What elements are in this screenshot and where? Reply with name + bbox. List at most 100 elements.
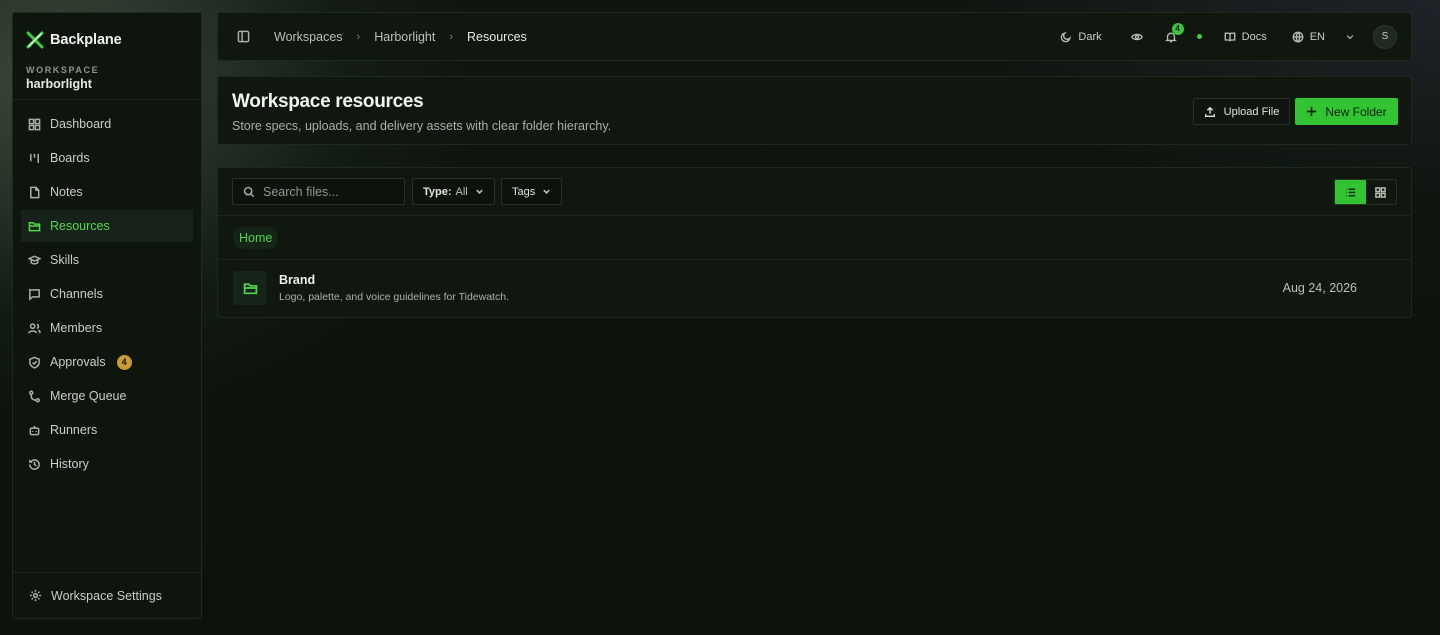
workspace-settings-label: Workspace Settings (51, 588, 162, 603)
notifications-button[interactable]: 4 (1164, 22, 1184, 43)
topbar-actions: Dark 4 Docs EN S (1060, 22, 1397, 49)
grid-icon (1375, 186, 1387, 198)
folder-path: Home (218, 216, 1411, 260)
workspace-name[interactable]: harborlight (13, 75, 201, 91)
language-selector[interactable]: EN (1292, 31, 1325, 43)
list-icon (1345, 188, 1355, 196)
tags-filter-dropdown[interactable]: Tags (501, 178, 563, 205)
sidebar-item-channels[interactable]: Channels (21, 278, 193, 310)
type-filter-value: All (455, 185, 468, 198)
page-header: Workspace resources Store specs, uploads… (217, 76, 1412, 145)
boards-icon (30, 153, 39, 163)
avatar[interactable]: S (1373, 24, 1397, 49)
dashboard-icon (28, 118, 41, 130)
sidebar-nav: Dashboard Boards Notes Resources Skills … (13, 100, 201, 480)
sidebar-item-notes[interactable]: Notes (21, 176, 193, 208)
language-label: EN (1309, 30, 1325, 43)
sidebar-item-label: Dashboard (50, 117, 112, 131)
sidebar-item-approvals[interactable]: Approvals 4 (21, 346, 193, 378)
folder-icon (233, 271, 267, 305)
page-subtitle: Store specs, uploads, and delivery asset… (232, 119, 612, 133)
page-title: Workspace resources (232, 91, 424, 112)
breadcrumb-harborlight[interactable]: Harborlight (374, 30, 435, 44)
sidebar-item-label: Members (50, 321, 103, 335)
chevron-down-icon (543, 189, 551, 194)
sidebar-item-label: Approvals (50, 355, 106, 369)
bot-icon (29, 425, 40, 435)
sidebar-item-label: Channels (50, 287, 103, 301)
users-icon (28, 322, 41, 333)
sidebar-item-label: Runners (50, 423, 98, 437)
history-icon (29, 458, 40, 470)
new-folder-button[interactable]: New Folder (1295, 98, 1398, 125)
file-description: Logo, palette, and voice guidelines for … (279, 291, 509, 303)
sidebar-toggle-button[interactable] (232, 26, 254, 48)
sidebar-item-label: Skills (50, 253, 80, 267)
docs-button[interactable]: Docs (1224, 31, 1267, 43)
book-open-icon (1224, 31, 1236, 41)
message-square-icon (29, 288, 40, 301)
sidebar-item-skills[interactable]: Skills (21, 244, 193, 276)
file-name: Brand (279, 273, 316, 287)
list-view-button[interactable] (1335, 180, 1366, 204)
globe-icon (1292, 31, 1304, 43)
tags-filter-label: Tags (512, 185, 536, 198)
preview-button[interactable] (1130, 31, 1143, 43)
upload-file-button[interactable]: Upload File (1193, 98, 1290, 125)
sidebar-item-label: Notes (50, 185, 83, 199)
online-status-dot (1196, 34, 1202, 39)
search-input[interactable] (263, 184, 393, 199)
sidebar-item-members[interactable]: Members (21, 312, 193, 344)
sidebar-item-merge-queue[interactable]: Merge Queue (21, 380, 193, 412)
chevron-right-icon: › (356, 30, 361, 43)
chevron-down-icon (475, 189, 483, 194)
files-panel: Type: All Tags Home Brand Logo, palette,… (217, 167, 1412, 318)
plus-icon (1307, 106, 1317, 117)
grid-view-button[interactable] (1366, 180, 1397, 204)
breadcrumb-workspaces[interactable]: Workspaces (274, 30, 343, 44)
sidebar-item-resources[interactable]: Resources (21, 210, 193, 242)
sidebar-item-label: Merge Queue (50, 389, 127, 403)
chevron-right-icon: › (449, 30, 454, 43)
folder-icon (28, 221, 41, 231)
brand[interactable]: Backplane (13, 13, 201, 53)
upload-icon (1204, 106, 1215, 117)
panel-left-icon (237, 30, 249, 43)
topbar: Workspaces › Harborlight › Resources Dar… (217, 12, 1412, 61)
new-folder-label: New Folder (1325, 104, 1387, 119)
list-item[interactable]: Brand Logo, palette, and voice guideline… (218, 260, 1411, 317)
sidebar-item-boards[interactable]: Boards (21, 142, 193, 174)
moon-icon (1061, 31, 1072, 42)
sidebar-item-dashboard[interactable]: Dashboard (21, 108, 193, 140)
approvals-count-badge: 4 (116, 354, 132, 370)
search-field[interactable] (232, 178, 405, 205)
notes-icon (30, 186, 40, 198)
type-filter-dropdown[interactable]: Type: All (412, 178, 495, 205)
notification-count-badge: 4 (1171, 22, 1184, 35)
sidebar-item-label: History (50, 457, 89, 471)
backplane-logo-icon (26, 31, 44, 49)
app-name: Backplane (50, 32, 122, 48)
shield-check-icon (29, 356, 40, 369)
account-menu-button[interactable] (1345, 32, 1355, 42)
workspace-settings-link[interactable]: Workspace Settings (13, 572, 201, 618)
upload-file-label: Upload File (1223, 105, 1280, 118)
graduation-cap-icon (28, 255, 41, 265)
sidebar-item-label: Boards (50, 151, 90, 165)
eye-icon (1130, 33, 1143, 40)
sidebar-item-runners[interactable]: Runners (21, 414, 193, 446)
breadcrumb: Workspaces › Harborlight › Resources (274, 30, 527, 44)
gear-icon (29, 589, 42, 602)
theme-toggle-button[interactable]: Dark (1060, 30, 1102, 43)
search-icon (243, 186, 255, 197)
theme-label: Dark (1078, 30, 1102, 43)
path-home-link[interactable]: Home (233, 227, 279, 249)
file-date: Aug 24, 2026 (1282, 281, 1357, 295)
workspace-label: WORKSPACE (26, 65, 100, 75)
sidebar-item-label: Resources (50, 219, 110, 233)
docs-label: Docs (1241, 30, 1267, 43)
sidebar-item-history[interactable]: History (21, 448, 193, 480)
view-mode-toggle (1334, 179, 1397, 205)
breadcrumb-resources: Resources (467, 29, 527, 44)
git-merge-icon (29, 390, 40, 402)
